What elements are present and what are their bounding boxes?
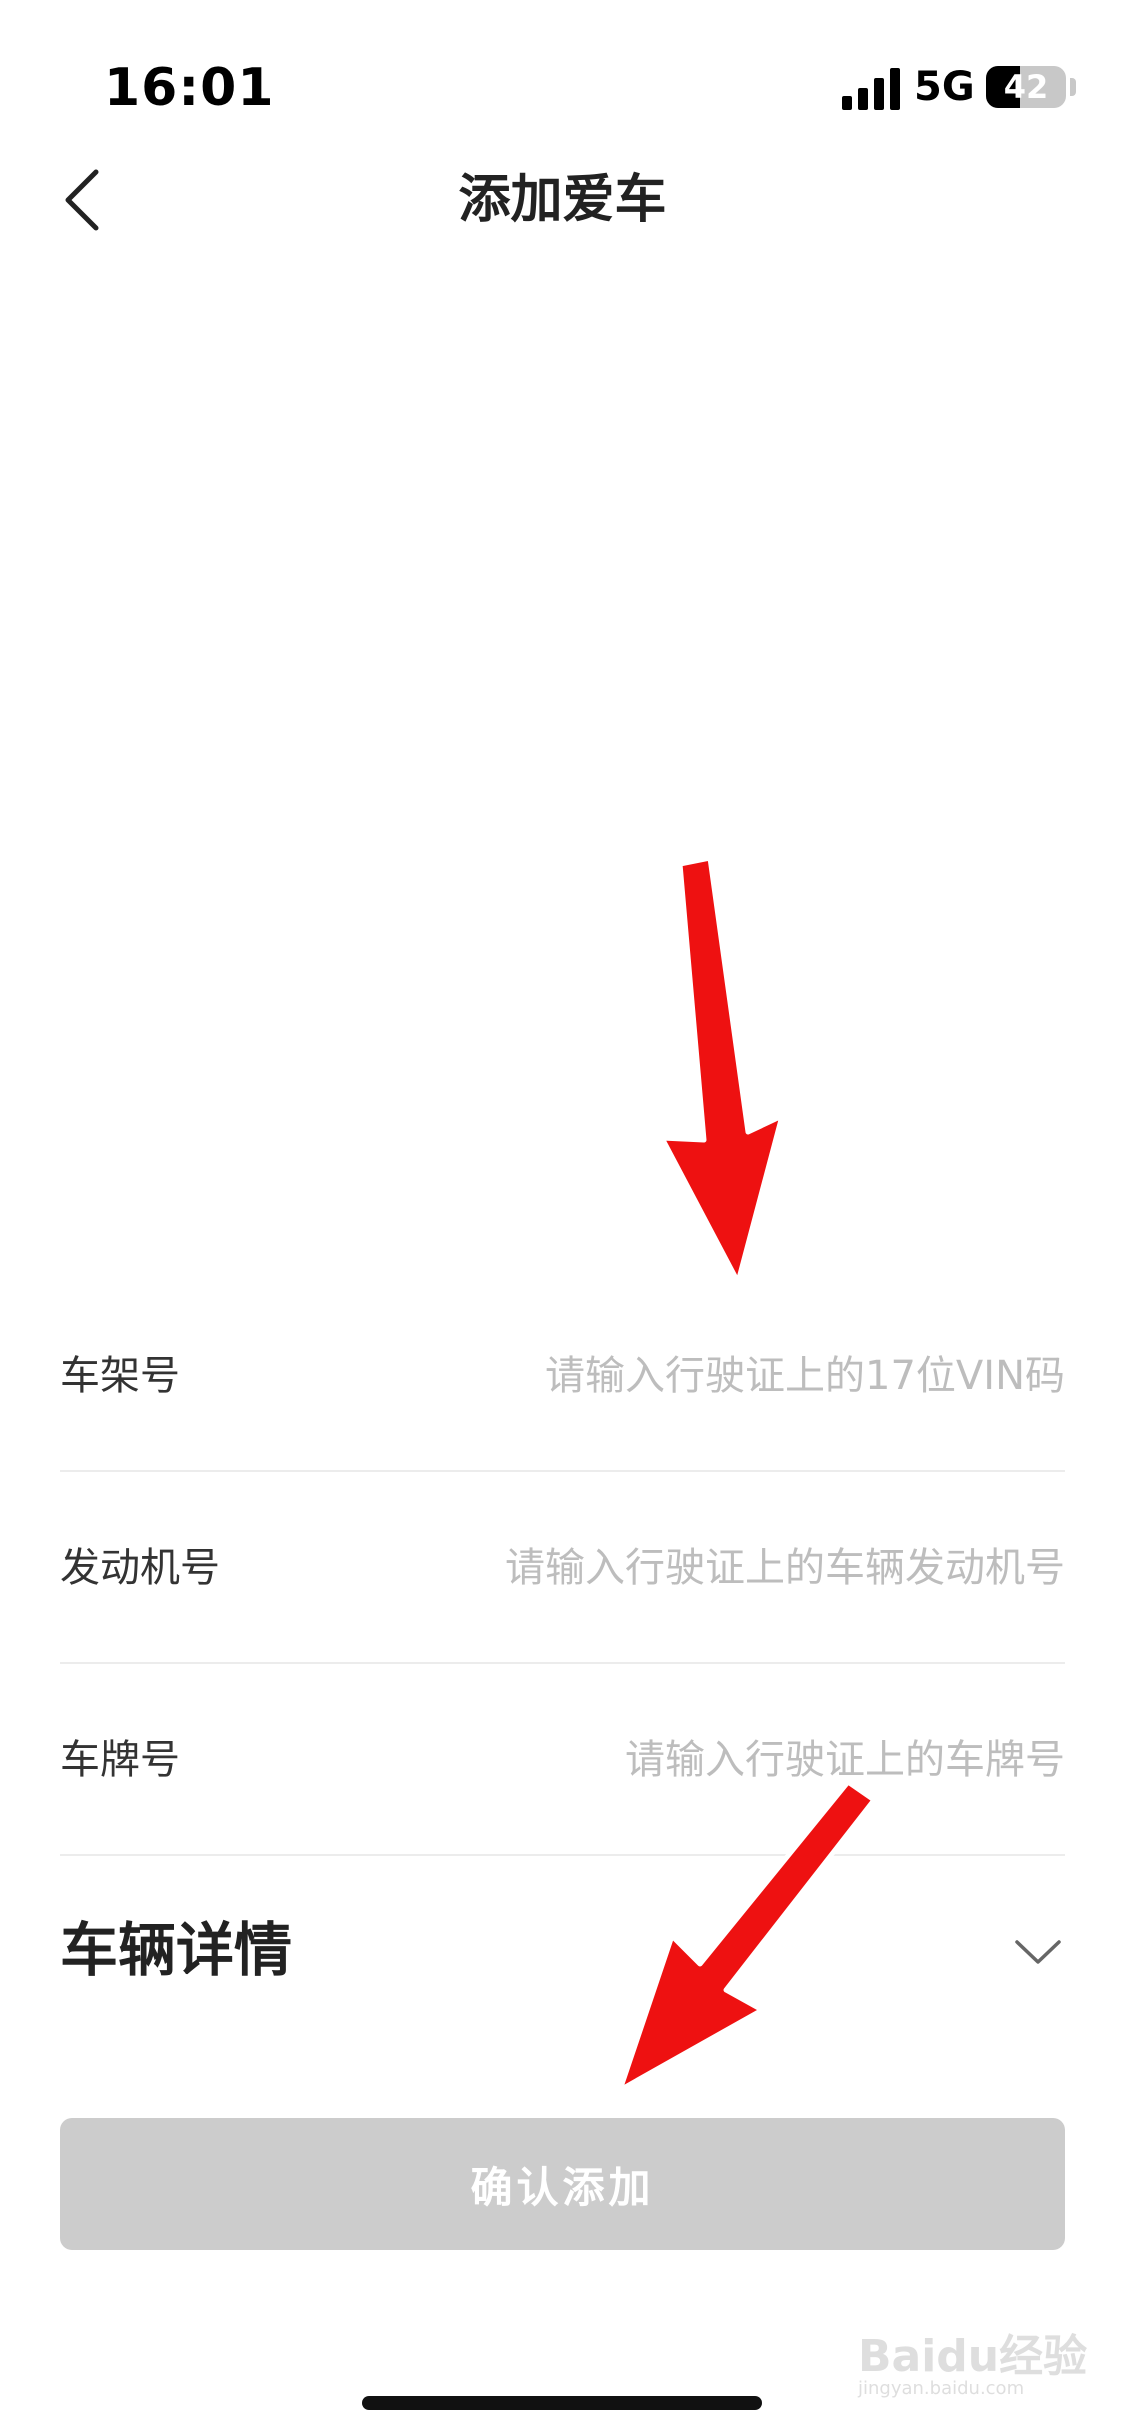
nav-bar: 添加爱车 bbox=[0, 150, 1125, 250]
watermark-url: jingyan.baidu.com bbox=[858, 2378, 1025, 2399]
watermark-brand: Baidu经验 bbox=[858, 2331, 1088, 2382]
engine-number-input[interactable] bbox=[365, 1528, 1065, 1608]
vehicle-details-label: 车辆详情 bbox=[60, 1916, 293, 1984]
network-type: 5G bbox=[914, 64, 975, 110]
plate-number-label: 车牌号 bbox=[60, 1737, 180, 1783]
plate-number-row: 车牌号 bbox=[60, 1664, 1065, 1856]
status-time: 16:01 bbox=[104, 58, 275, 118]
chevron-left-icon bbox=[65, 169, 99, 231]
back-button[interactable] bbox=[50, 164, 122, 236]
cellular-signal-icon bbox=[842, 68, 900, 110]
vin-label: 车架号 bbox=[60, 1353, 180, 1399]
confirm-add-button[interactable]: 确认添加 bbox=[60, 2118, 1065, 2250]
battery-icon: 42 bbox=[986, 66, 1066, 108]
vin-input[interactable] bbox=[365, 1336, 1065, 1416]
home-indicator[interactable] bbox=[362, 2396, 762, 2410]
battery-cap bbox=[1070, 78, 1076, 96]
engine-number-label: 发动机号 bbox=[60, 1545, 220, 1591]
status-bar: 16:01 5G 42 bbox=[0, 0, 1125, 150]
vin-row: 车架号 bbox=[60, 1280, 1065, 1472]
page-title: 添加爱车 bbox=[458, 170, 667, 230]
vehicle-details-toggle[interactable]: 车辆详情 bbox=[60, 1860, 1065, 2040]
engine-number-row: 发动机号 bbox=[60, 1472, 1065, 1664]
plate-number-input[interactable] bbox=[365, 1720, 1065, 1800]
baidu-watermark: Baidu经验 jingyan.baidu.com bbox=[858, 2320, 1087, 2420]
battery-level-text: 42 bbox=[1003, 68, 1049, 106]
annotation-arrows bbox=[617, 855, 877, 2093]
chevron-down-icon bbox=[1015, 1940, 1061, 1964]
arrow-down-annotation bbox=[659, 855, 785, 1285]
